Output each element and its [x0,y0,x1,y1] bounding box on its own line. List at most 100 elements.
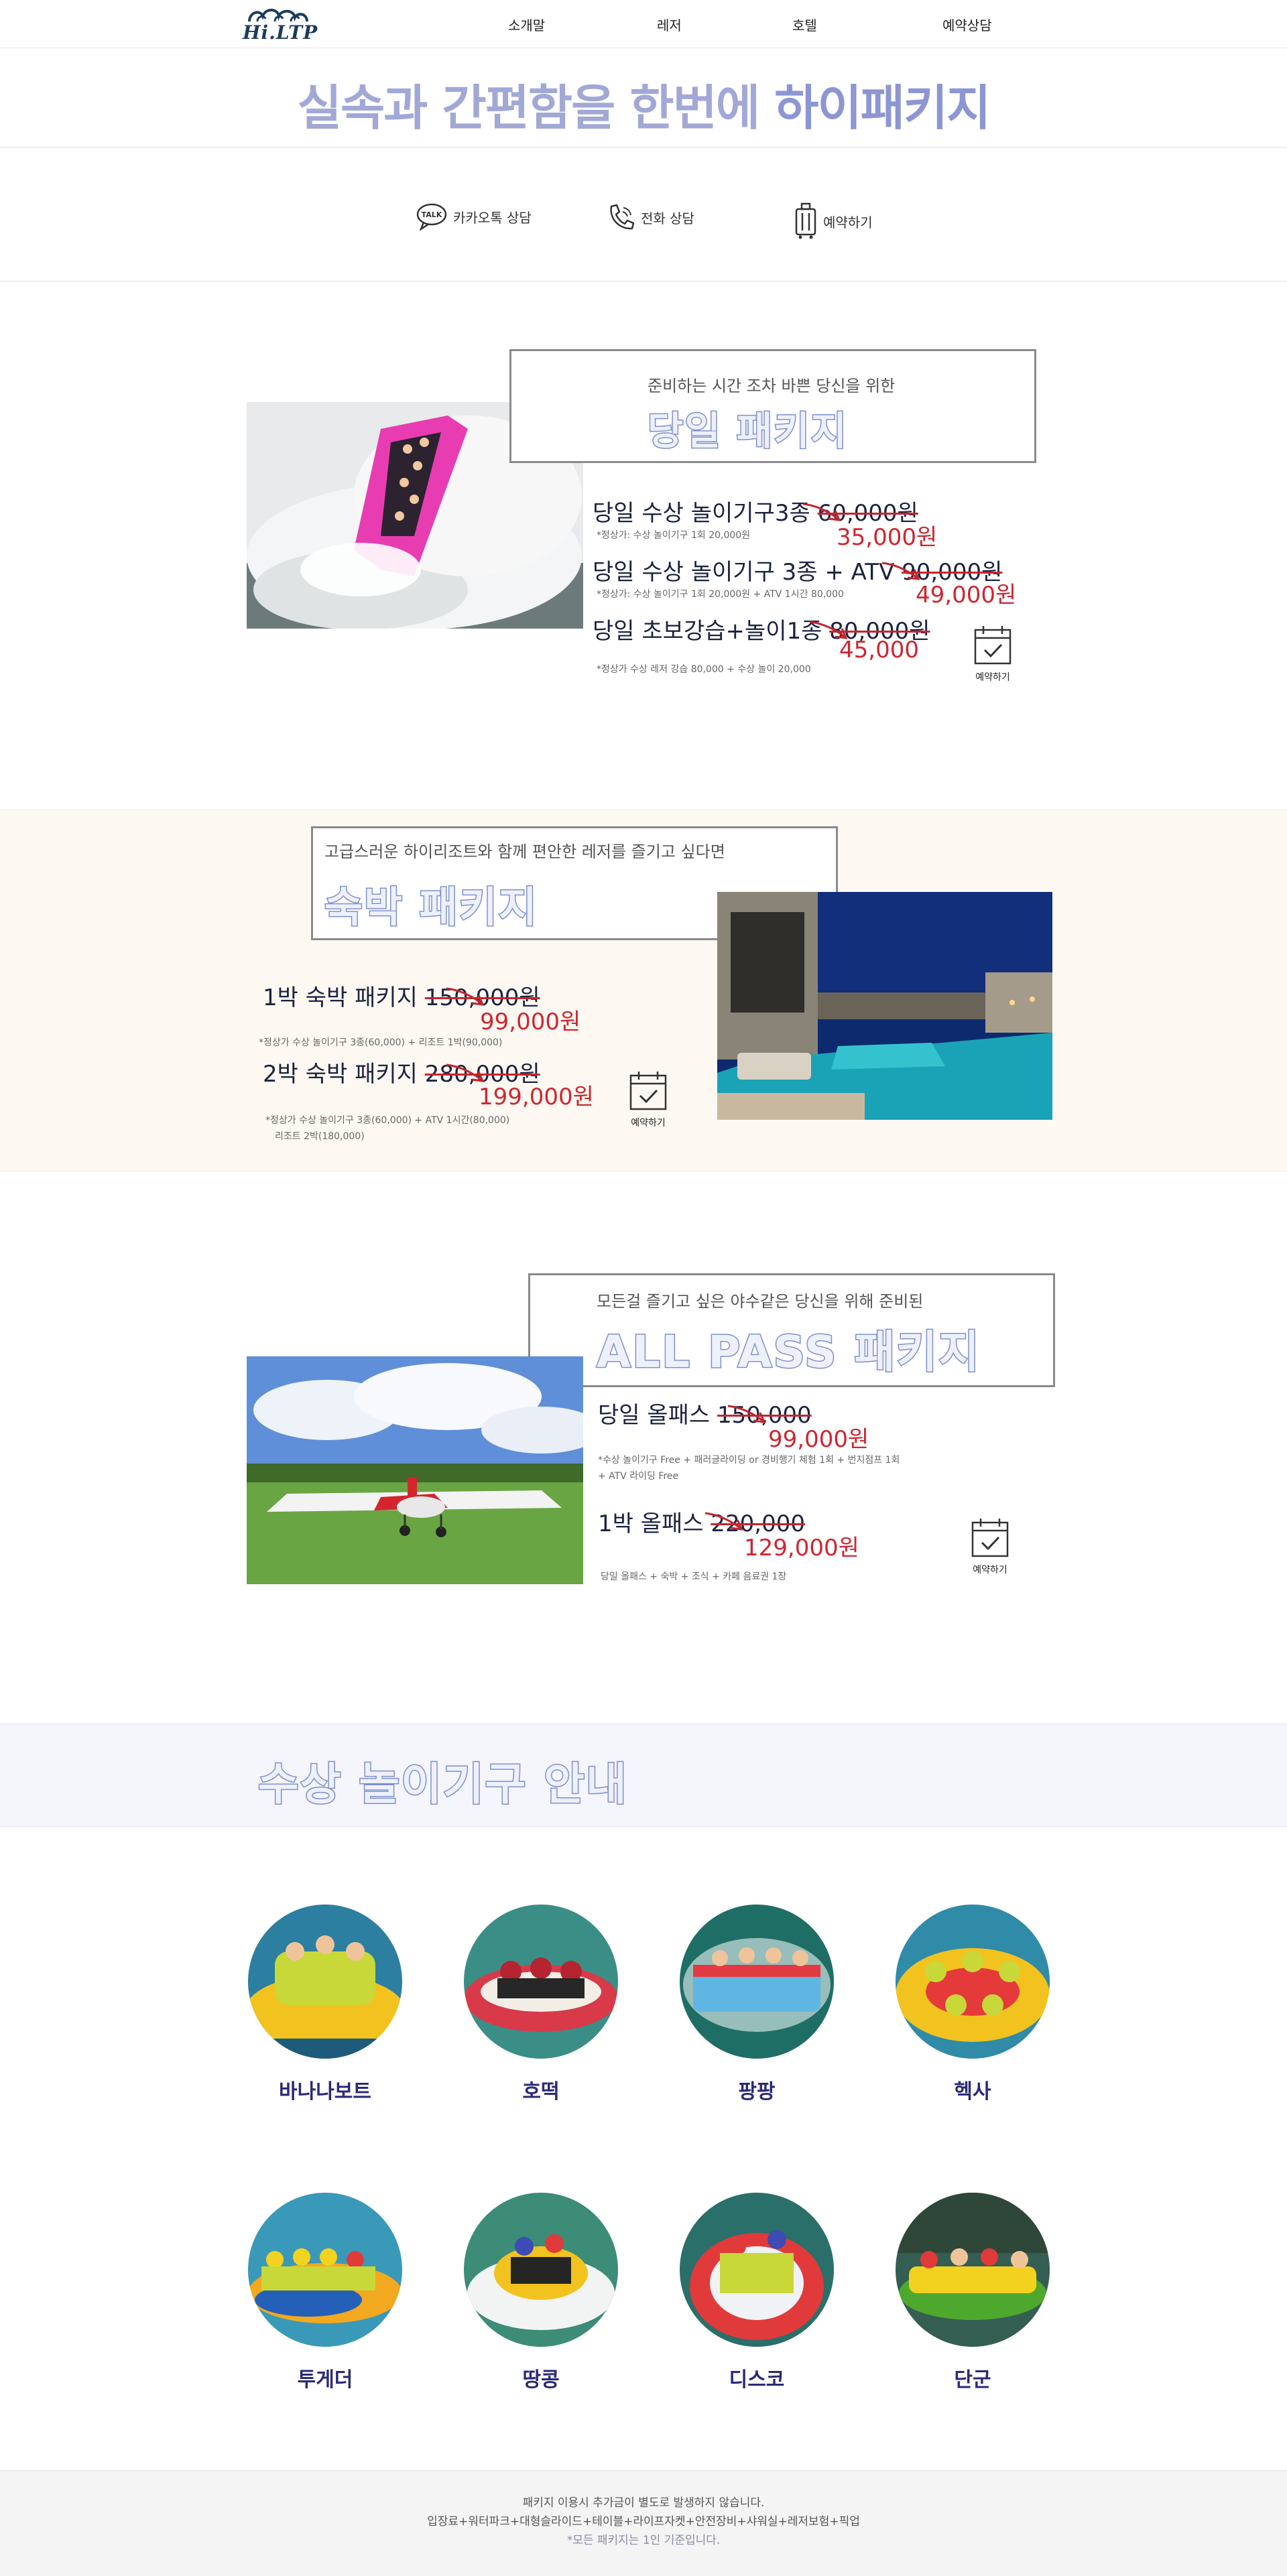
phone-icon [610,204,635,230]
airplane-image [247,1356,583,1584]
kakaotalk-consult-label: 카카오톡 상담 [453,209,532,226]
ride-disco[interactable]: 디스코 [680,2193,834,2392]
footer-line-2: 입장료+워터파크+대형슬라이드+테이블+라이프자켓+안전장비+샤워실+레저보험+… [427,2515,860,2528]
ride-together-label: 투게더 [297,2368,353,2392]
slogan-normal: 실속과 간편함을 한번에 [297,80,775,136]
footer-line-3: *모든 패키지는 1인 기준입니다. [566,2534,721,2547]
day-item-3-new-price: 45,000 [839,637,919,663]
logo-text: Hi.LTP [243,21,318,44]
day-reserve-label: 예약하기 [975,672,1010,683]
day-package-title: 당일 패키지 [647,407,848,455]
rides-grid: 바나나보트 호떡 팡팡 헥사 투게더 땅콩 디스코 단군 [0,1827,1287,2469]
allpass-item-1-note-2: + ATV 라이딩 Free [598,1471,679,1482]
price-arrow-icon [802,503,841,521]
stay-item-1-note: *정상가 수상 놀이기구 3종(60,000) + 리조트 1박(90,000) [259,1037,503,1048]
calendar-check-icon [629,1072,667,1110]
stay-item-2-note: *정상가 수상 놀이기구 3종(60,000) + ATV 1시간(80,000… [265,1115,510,1126]
svg-text:TALK: TALK [422,210,442,219]
reservation-label: 예약하기 [823,214,873,231]
ride-dangun[interactable]: 단군 [896,2193,1050,2392]
calendar-check-icon [974,626,1012,665]
ride-pangpang[interactable]: 팡팡 [680,1905,834,2104]
ride-peanut[interactable]: 땅콩 [464,2193,618,2392]
allpass-item-1-note: *수상 놀이기구 Free + 패러글라이딩 or 경비행기 체험 1회 + 번… [598,1455,900,1466]
stay-item-1-new-price: 99,000원 [480,1009,581,1035]
stay-item-2-note-2: 리조트 2박(180,000) [275,1131,365,1142]
slogan-band: 실속과 간편함을 한번에 하이패키지 [0,48,1287,147]
kakaotalk-consult-button[interactable]: TALK 카카오톡 상담 [416,202,532,231]
phone-consult-button[interactable]: 전화 상담 [606,202,694,232]
nav-intro[interactable]: 소개말 [508,15,545,34]
allpass-reserve-button[interactable]: 예약하기 [965,1517,1015,1576]
allpass-package-subtitle: 모든걸 즐기고 싶은 야수같은 당신을 위해 준비된 [597,1292,924,1311]
price-arrow-icon [446,987,485,1006]
nav-reservation-consult[interactable]: 예약상담 [942,15,992,34]
calendar-check-icon [971,1519,1009,1557]
stay-package-subtitle: 고급스러운 하이리조트와 함께 편안한 레저를 즐기고 싶다면 [324,842,725,861]
allpass-reserve-label: 예약하기 [973,1565,1007,1575]
allpass-package-title: ALL PASS 패키지 [596,1326,981,1379]
allpass-item-1-new-price: 99,000원 [768,1426,869,1453]
ride-disco-label: 디스코 [729,2368,785,2392]
phone-consult-label: 전화 상담 [641,210,694,227]
ride-banana-boat-label: 바나나보트 [279,2080,371,2104]
ride-dangun-label: 단군 [954,2368,991,2392]
rides-title: 수상 놀이기구 안내 [257,1758,628,1811]
day-item-3-note: *정상가 수상 레저 강습 80,000 + 수상 놀이 20,000 [597,664,811,675]
stay-reserve-button[interactable]: 예약하기 [623,1070,673,1129]
price-arrow-icon [704,1512,743,1531]
allpass-package-section: 모든걸 즐기고 싶은 야수같은 당신을 위해 준비된 ALL PASS 패키지 … [0,1171,1287,1724]
footer-line-1: 패키지 이용시 추가금이 별도로 발생하지 않습니다. [522,2496,765,2510]
stay-package-title: 숙박 패키지 [324,882,538,933]
banana-boat-image [248,1905,402,2059]
together-image [248,2193,402,2347]
ride-peanut-label: 땅콩 [522,2368,560,2392]
allpass-item-2-note: 당일 올패스 + 숙박 + 조식 + 카페 음료권 1장 [601,1571,787,1582]
pangpang-image [680,1905,834,2059]
allpass-item-2-name: 1박 올패스 [598,1510,711,1537]
slogan: 실속과 간편함을 한번에 하이패키지 [0,68,1287,139]
resort-pool-image [717,892,1052,1120]
day-item-1-note: *정상가: 수상 놀이기구 1회 20,000원 [597,530,751,541]
ride-together[interactable]: 투게더 [248,2193,402,2392]
ride-hexa[interactable]: 헥사 [896,1905,1050,2104]
day-item-2-name: 당일 수상 놀이기구 3종 + ATV [593,559,902,586]
stay-item-2-new-price: 199,000원 [479,1084,594,1110]
day-item-2-note: *정상가: 수상 놀이기구 1회 20,000원 + ATV 1시간 80,00… [597,589,844,600]
peanut-image [464,2193,618,2347]
reservation-button[interactable]: 예약하기 [794,202,873,240]
airplane-photo [247,1356,583,1584]
ride-hotteok-label: 호떡 [522,2080,560,2104]
disco-image [680,2193,834,2347]
day-item-1-name: 당일 수상 놀이기구3종 [593,500,818,527]
footer: 패키지 이용시 추가금이 별도로 발생하지 않습니다. 입장료+워터파크+대형슬… [0,2470,1287,2576]
day-item-1-new-price: 35,000원 [837,524,938,551]
resort-pool-photo [717,892,1052,1120]
site-header: Hi.LTP 소개말 레저 호텔 예약상담 [0,0,1287,48]
rides-header: 수상 놀이기구 안내 [0,1724,1287,1827]
ride-banana-boat[interactable]: 바나나보트 [248,1905,402,2104]
nav-leisure[interactable]: 레저 [657,15,682,34]
hexa-image [896,1905,1050,2059]
stay-package-section: 고급스러운 하이리조트와 함께 편안한 레저를 즐기고 싶다면 숙박 패키지 1… [0,810,1287,1171]
stay-reserve-label: 예약하기 [631,1118,666,1129]
dangun-image [896,2193,1050,2347]
day-package-section: 준비하는 시간 조차 바쁜 당신을 위한 당일 패키지 당일 수상 놀이기구3종… [0,281,1287,810]
stay-item-2-name: 2박 숙박 패키지 [263,1061,425,1088]
ride-pangpang-label: 팡팡 [738,2080,776,2104]
hiltp-logo[interactable]: Hi.LTP [243,4,318,44]
luggage-icon [795,202,816,239]
allpass-item-2-new-price: 129,000원 [744,1535,859,1561]
price-arrow-icon [727,1405,766,1423]
ride-hotteok[interactable]: 호떡 [464,1905,618,2104]
nav-hotel[interactable]: 호텔 [792,15,817,34]
price-arrow-icon [881,562,920,580]
contact-band: TALK 카카오톡 상담 전화 상담 예약하기 [0,147,1287,281]
stay-item-1-name: 1박 숙박 패키지 [263,984,425,1011]
day-item-3-name: 당일 초보강습+놀이1종 [593,618,830,645]
day-package-subtitle: 준비하는 시간 조차 바쁜 당신을 위한 [648,377,896,395]
day-item-2-new-price: 49,000원 [916,582,1017,608]
ride-hexa-label: 헥사 [954,2080,991,2104]
day-reserve-button[interactable]: 예약하기 [968,625,1018,684]
kakaotalk-icon: TALK [416,203,447,231]
